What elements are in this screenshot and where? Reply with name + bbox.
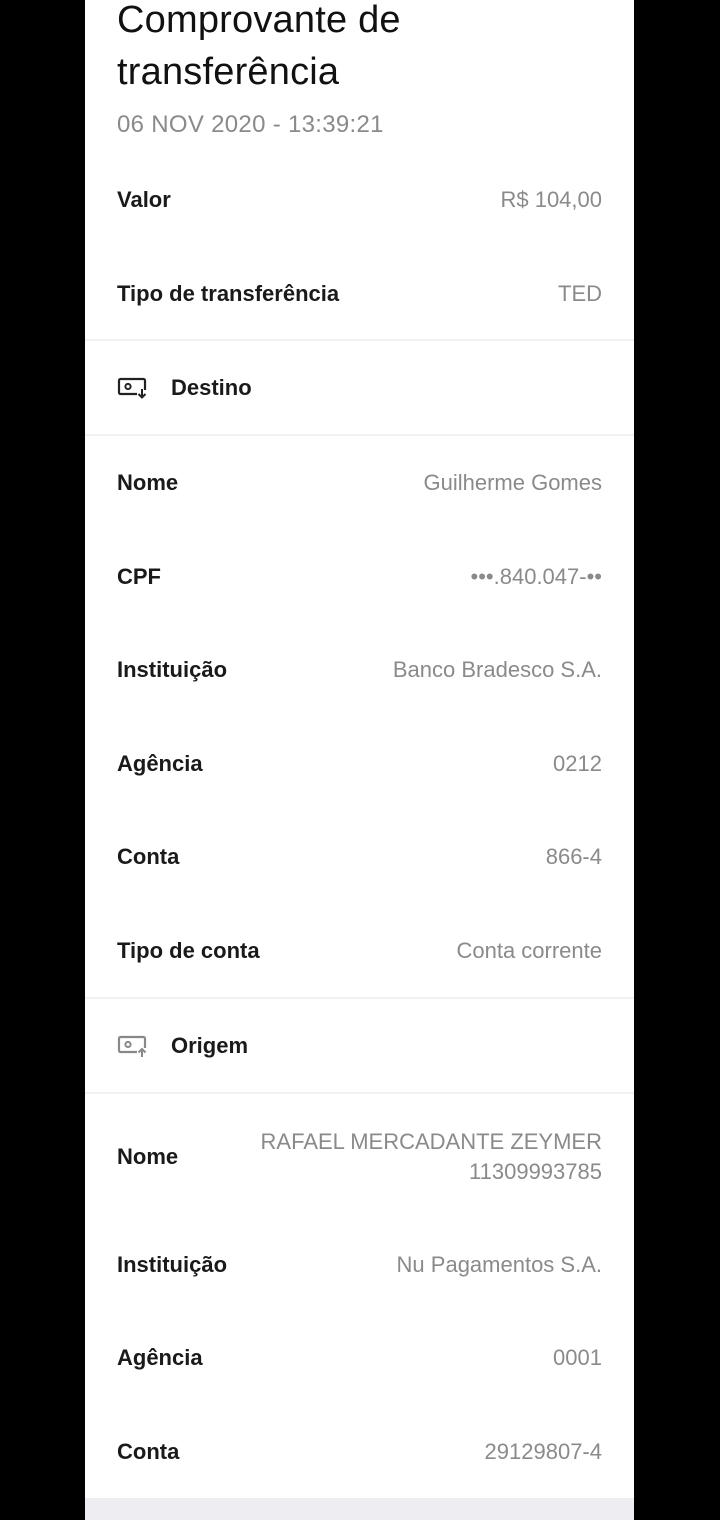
origem-nome-value: RAFAEL MERCADANTE ZEYMER 11309993785 <box>260 1129 602 1184</box>
destino-instituicao-value: Banco Bradesco S.A. <box>392 657 602 682</box>
destino-agencia-label: Agência <box>117 751 203 776</box>
destino-agencia-row: Agência 0212 <box>85 740 634 788</box>
origem-conta-row: Conta 29129807-4 <box>85 1428 634 1476</box>
destino-cpf-label: CPF <box>117 564 161 589</box>
receipt-screen: Comprovante de transferência 06 NOV 2020… <box>85 0 634 1520</box>
origem-agencia-row: Agência 0001 <box>85 1334 634 1382</box>
tipo-transferencia-value: TED <box>558 281 602 306</box>
destino-section-header: Destino <box>85 364 634 412</box>
origem-section-header: Origem <box>85 1022 634 1070</box>
destino-nome-row: Nome Guilherme Gomes <box>85 459 634 507</box>
origem-instituicao-value: Nu Pagamentos S.A. <box>396 1252 602 1277</box>
destino-nome-value: Guilherme Gomes <box>423 470 602 495</box>
destino-cpf-value: •••.840.047-•• <box>470 564 602 589</box>
destino-conta-label: Conta <box>117 844 180 869</box>
valor-value: R$ 104,00 <box>500 187 602 212</box>
divider <box>85 339 634 341</box>
origem-conta-label: Conta <box>117 1439 180 1464</box>
valor-label: Valor <box>117 187 171 212</box>
origem-instituicao-row: Instituição Nu Pagamentos S.A. <box>85 1241 634 1289</box>
destino-instituicao-row: Instituição Banco Bradesco S.A. <box>85 646 634 694</box>
tipo-transferencia-label: Tipo de transferência <box>117 281 340 306</box>
page-title: Comprovante de transferência <box>117 0 401 93</box>
divider <box>85 1092 634 1094</box>
destino-section-label: Destino <box>171 375 252 400</box>
origem-agencia-value: 0001 <box>553 1345 602 1370</box>
destino-tipo-conta-row: Tipo de conta Conta corrente <box>85 927 634 975</box>
destino-instituicao-label: Instituição <box>117 657 228 682</box>
destino-nome-label: Nome <box>117 470 179 495</box>
destino-tipo-conta-value: Conta corrente <box>456 938 602 963</box>
destino-conta-value: 866-4 <box>545 844 602 869</box>
transfer-timestamp: 06 NOV 2020 - 13:39:21 <box>117 111 384 138</box>
origem-section-label: Origem <box>171 1033 249 1058</box>
destino-conta-row: Conta 866-4 <box>85 833 634 881</box>
bottom-band <box>85 1498 634 1520</box>
origem-nome-row: Nome RAFAEL MERCADANTE ZEYMER 1130999378… <box>85 1124 634 1190</box>
origem-conta-value: 29129807-4 <box>484 1439 602 1464</box>
destino-agencia-value: 0212 <box>553 751 602 776</box>
money-out-icon <box>117 1034 149 1058</box>
valor-row: Valor R$ 104,00 <box>85 176 634 224</box>
divider <box>85 434 634 436</box>
destino-tipo-conta-label: Tipo de conta <box>117 938 260 963</box>
tipo-transferencia-row: Tipo de transferência TED <box>85 270 634 318</box>
origem-agencia-label: Agência <box>117 1345 203 1370</box>
destino-cpf-row: CPF •••.840.047-•• <box>85 553 634 601</box>
divider <box>85 997 634 999</box>
origem-instituicao-label: Instituição <box>117 1252 228 1277</box>
money-in-icon <box>117 376 149 400</box>
origem-nome-label: Nome <box>117 1144 179 1169</box>
